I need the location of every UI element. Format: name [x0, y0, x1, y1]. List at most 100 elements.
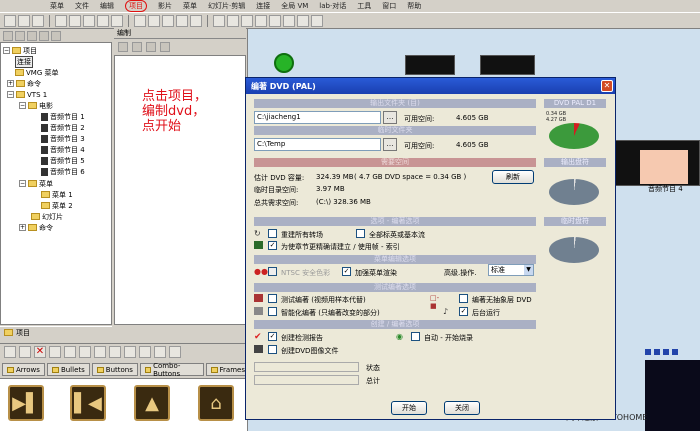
home-button-icon[interactable]: ⌂	[198, 385, 234, 421]
menu-item[interactable]: 窗口	[382, 1, 396, 11]
zoom-in-icon[interactable]	[134, 14, 146, 27]
chapter-icon[interactable]	[283, 14, 295, 27]
next-arrow-button-icon[interactable]: ▶▌	[8, 385, 44, 421]
pgc-icon[interactable]	[269, 14, 281, 27]
start-button[interactable]: 开始	[391, 401, 427, 415]
menu-item[interactable]: 编辑	[100, 1, 114, 11]
full-stream-checkbox[interactable]	[356, 229, 365, 238]
tool-icon[interactable]	[109, 345, 121, 358]
play-icon[interactable]	[645, 349, 651, 355]
tool-icon[interactable]	[139, 345, 151, 358]
tool-icon[interactable]	[49, 345, 61, 358]
link-icon[interactable]	[297, 14, 309, 27]
tab-bullets[interactable]: Bullets	[46, 363, 90, 376]
tab-combo-buttons[interactable]: Combo-Buttons	[139, 362, 204, 378]
enhance-checkbox[interactable]: ✓	[342, 267, 351, 276]
align-icon[interactable]	[227, 14, 239, 27]
menu-item[interactable]: 全局 VM	[281, 1, 308, 11]
smart-checkbox[interactable]	[268, 307, 277, 316]
start-node-icon[interactable]	[274, 53, 294, 73]
paste-icon[interactable]	[83, 14, 95, 27]
collapse-icon[interactable]: −	[19, 180, 26, 187]
menu-item[interactable]: 菜单	[183, 1, 197, 11]
copy-icon[interactable]	[69, 14, 81, 27]
tool-icon[interactable]	[124, 345, 136, 358]
tool-icon[interactable]	[4, 345, 16, 358]
tool-icon[interactable]	[51, 30, 61, 41]
tree-vmg[interactable]: VMG 菜单	[15, 68, 58, 77]
menu-item[interactable]: 幻灯片·剪辑	[208, 1, 245, 11]
expand-icon[interactable]: +	[7, 80, 14, 87]
menu-item[interactable]: 文件	[75, 1, 89, 11]
image-file-checkbox[interactable]	[268, 345, 277, 354]
browse-temp-button[interactable]: …	[383, 138, 397, 151]
tree-audio-item[interactable]: 音频节目 1	[41, 112, 85, 121]
tool-icon[interactable]	[132, 42, 142, 52]
tool-icon[interactable]	[79, 345, 91, 358]
rebuild-checkbox[interactable]	[268, 229, 277, 238]
output-folder-field[interactable]: C:\jiacheng1	[254, 111, 381, 124]
tree-root[interactable]: − 项目	[3, 46, 37, 55]
collapse-icon[interactable]: −	[3, 47, 10, 54]
undo-icon[interactable]	[97, 14, 109, 27]
tree-audio-item[interactable]: 音频节目 4	[41, 145, 85, 154]
tree-connect[interactable]: 连接	[15, 55, 33, 68]
tree-vts[interactable]: − VTS 1	[7, 90, 47, 99]
report-checkbox[interactable]: ✓	[268, 332, 277, 341]
tree-command[interactable]: + 命令	[7, 79, 41, 88]
save-icon[interactable]	[32, 14, 44, 27]
test-checkbox[interactable]	[268, 294, 277, 303]
ntsc-checkbox[interactable]	[268, 267, 277, 276]
refresh-button[interactable]: 刷新	[492, 170, 534, 184]
zoom-out-icon[interactable]	[148, 14, 160, 27]
tab-buttons[interactable]: Buttons	[91, 363, 138, 376]
delete-icon[interactable]: ✕	[34, 345, 46, 358]
auto-burn-checkbox[interactable]	[411, 332, 420, 341]
burn-icon[interactable]	[311, 14, 323, 27]
pause-icon[interactable]	[654, 349, 660, 355]
baby-photo-thumbnail[interactable]	[640, 150, 688, 184]
no-layer-checkbox[interactable]	[459, 294, 468, 303]
close-icon[interactable]: ✕	[601, 80, 613, 92]
play-icon[interactable]	[176, 14, 188, 27]
tool-icon[interactable]	[27, 30, 37, 41]
tool-icon[interactable]	[64, 345, 76, 358]
prev-arrow-button-icon[interactable]: ▌◀	[70, 385, 106, 421]
tool-icon[interactable]	[118, 42, 128, 52]
collapse-icon[interactable]: −	[19, 102, 26, 109]
tree-menu-item[interactable]: 菜单 2	[41, 201, 73, 210]
text-icon[interactable]	[241, 14, 253, 27]
browse-output-button[interactable]: …	[383, 111, 397, 124]
menu-item[interactable]: 影片	[158, 1, 172, 11]
fit-icon[interactable]	[162, 14, 174, 27]
tab-frames[interactable]: Frames	[205, 363, 250, 376]
menu-item[interactable]: 帮助	[407, 1, 421, 11]
menu-item[interactable]: lab·对话	[319, 1, 346, 11]
tool-icon[interactable]	[154, 345, 166, 358]
new-icon[interactable]	[4, 14, 16, 27]
chevron-down-icon[interactable]: ▼	[524, 265, 533, 275]
tool-icon[interactable]	[15, 30, 25, 41]
tool-icon[interactable]	[39, 30, 49, 41]
collapse-icon[interactable]: −	[7, 91, 14, 98]
expand-icon[interactable]: +	[19, 224, 26, 231]
menu-item[interactable]: 工具	[357, 1, 371, 11]
tree-audio-item[interactable]: 音频节目 3	[41, 134, 85, 143]
film-thumbnail[interactable]	[405, 55, 455, 75]
tree-audio-item[interactable]: 音频节目 2	[41, 123, 85, 132]
menu-item[interactable]: 菜单	[50, 1, 64, 11]
open-icon[interactable]	[18, 14, 30, 27]
close-button[interactable]: 关闭	[444, 401, 480, 415]
tree-slideshow[interactable]: 幻灯片	[31, 212, 63, 221]
tool-icon[interactable]	[169, 345, 181, 358]
tool-icon[interactable]	[3, 30, 13, 41]
tree-menu-item[interactable]: 菜单 1	[41, 190, 73, 199]
record-icon[interactable]	[672, 349, 678, 355]
tree-movie[interactable]: − 电影	[19, 101, 53, 110]
film-thumbnail[interactable]	[480, 55, 535, 75]
chapter-checkbox[interactable]: ✓	[268, 241, 277, 250]
redo-icon[interactable]	[111, 14, 123, 27]
background-checkbox[interactable]: ✓	[459, 307, 468, 316]
tool-icon[interactable]	[160, 42, 170, 52]
cut-icon[interactable]	[55, 14, 67, 27]
